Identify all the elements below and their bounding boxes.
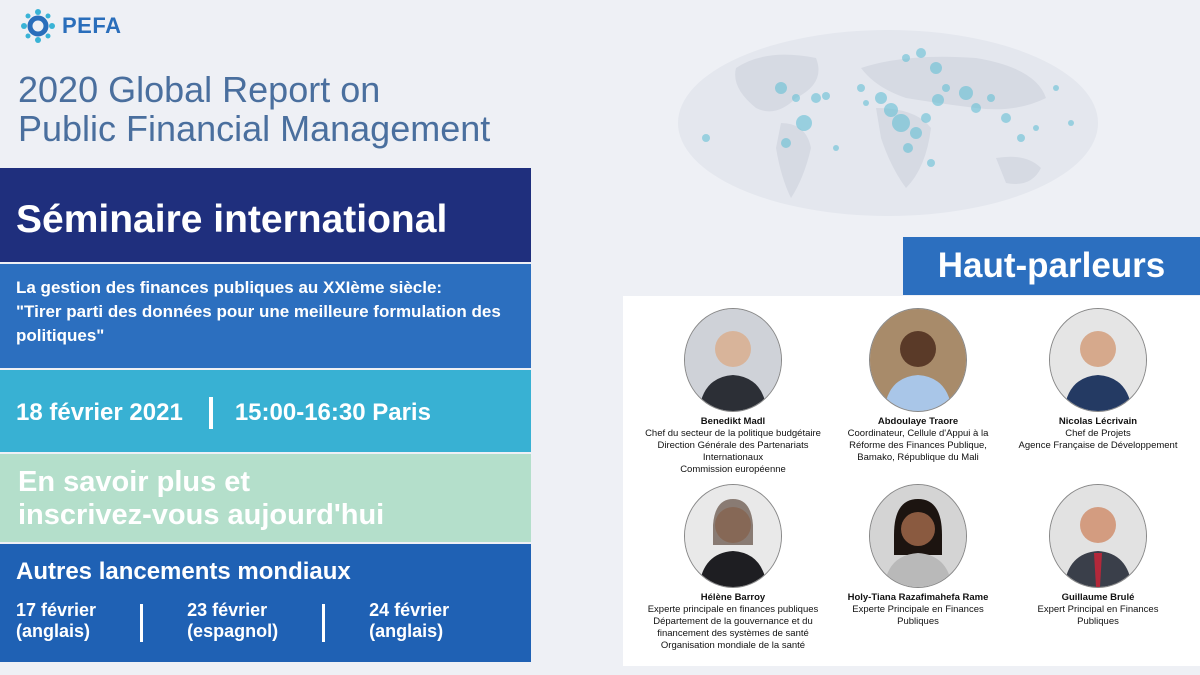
speaker-role: Agence Française de Développement — [1018, 440, 1178, 451]
other-launches-banner: Autres lancements mondiaux 17 février (a… — [0, 544, 531, 662]
speaker-role: Expert Principal en Finances — [1037, 604, 1159, 615]
seminar-title: Séminaire international — [16, 198, 448, 241]
speaker-card: Abdoulaye Traore Coordinateur, Cellule d… — [818, 308, 1018, 464]
date-time-row: 18 février 2021 15:00-16:30 Paris — [16, 397, 431, 429]
speaker-card: Hélène Barroy Experte principale en fina… — [633, 484, 833, 652]
event-time: 15:00-16:30 Paris — [234, 399, 431, 426]
speaker-role: Publiques — [897, 616, 939, 627]
register-line1: En savoir plus et — [18, 466, 251, 498]
speaker-role: Publiques — [1077, 616, 1119, 627]
brand-name: PEFA — [62, 13, 122, 38]
launch-language: (anglais) — [369, 621, 444, 641]
launch-separator — [140, 604, 144, 642]
register-line2: inscrivez-vous aujourd'hui — [18, 499, 385, 531]
launch-date: 17 février — [16, 600, 97, 620]
speaker-card: Holy-Tiana Razafimahefa Rame Experte Pri… — [818, 484, 1018, 628]
speaker-role: Commission européenne — [680, 464, 786, 475]
speaker-photo — [684, 308, 782, 412]
speaker-card: Guillaume Brulé Expert Principal en Fina… — [998, 484, 1198, 628]
speaker-name: Nicolas Lécrivain — [1058, 416, 1138, 427]
speaker-role: Coordinateur, Cellule d'Appui à la — [847, 428, 989, 439]
launch-language: (espagnol) — [187, 621, 279, 641]
launch-item: 24 février (anglais) — [369, 600, 449, 642]
launch-date: 24 février — [369, 600, 450, 620]
launch-language: (anglais) — [16, 621, 91, 641]
speaker-card: Benedikt Madl Chef du secteur de la poli… — [633, 308, 833, 476]
speaker-role: Réforme des Finances Publique, — [849, 440, 987, 451]
register-link[interactable]: En savoir plus et inscrivez-vous aujourd… — [18, 466, 384, 532]
pefa-logo[interactable]: PEFA — [20, 8, 121, 44]
seminar-banner: Séminaire international — [0, 168, 531, 262]
date-separator — [208, 397, 213, 429]
launch-separator — [322, 604, 326, 642]
speaker-role: financement des systèmes de santé — [657, 628, 809, 639]
topic-line2: "Tirer parti des données pour une meille… — [16, 302, 501, 345]
topic-banner: La gestion des finances publiques au XXI… — [0, 264, 531, 368]
report-title-line2: Public Financial Management — [18, 108, 491, 149]
speaker-role: Experte principale en finances publiques — [647, 604, 819, 615]
speaker-role: Chef de Projets — [1065, 428, 1131, 439]
topic-text: La gestion des finances publiques au XXI… — [16, 276, 526, 348]
speaker-role: Département de la gouvernance et du — [653, 616, 813, 627]
speaker-role: Bamako, République du Mali — [857, 452, 979, 463]
speaker-role: Internationaux — [702, 452, 764, 463]
speaker-name: Holy-Tiana Razafimahefa Rame — [847, 592, 989, 603]
launch-item: 23 février (espagnol) — [187, 600, 278, 642]
launch-date: 23 février — [187, 600, 268, 620]
speaker-photo — [1049, 308, 1147, 412]
speaker-role: Direction Générale des Partenariats — [657, 440, 809, 451]
speakers-panel: Benedikt Madl Chef du secteur de la poli… — [623, 296, 1200, 666]
date-banner: 18 février 2021 15:00-16:30 Paris — [0, 370, 531, 452]
other-launches-title: Autres lancements mondiaux — [16, 558, 351, 585]
speaker-photo — [684, 484, 782, 588]
launch-item: 17 février (anglais) — [16, 600, 96, 642]
report-title: 2020 Global Report on Public Financial M… — [18, 70, 490, 148]
speaker-card: Nicolas Lécrivain Chef de Projets Agence… — [998, 308, 1198, 452]
speaker-name: Abdoulaye Traore — [877, 416, 959, 427]
speaker-name: Hélène Barroy — [700, 592, 766, 603]
speaker-photo — [869, 484, 967, 588]
speakers-heading: Haut-parleurs — [903, 237, 1200, 295]
speaker-role: Experte Principale en Finances — [852, 604, 984, 615]
pefa-logo-icon — [21, 9, 55, 43]
speaker-photo — [1049, 484, 1147, 588]
report-title-line1: 2020 Global Report on — [18, 69, 381, 110]
launch-list: 17 février (anglais) 23 février (espagno… — [16, 600, 449, 642]
register-banner[interactable]: En savoir plus et inscrivez-vous aujourd… — [0, 454, 531, 542]
speaker-role: Organisation mondiale de la santé — [660, 640, 806, 651]
event-date: 18 février 2021 — [16, 399, 183, 426]
speaker-name: Guillaume Brulé — [1061, 592, 1135, 603]
speaker-photo — [869, 308, 967, 412]
world-map-image — [678, 30, 1098, 216]
speaker-name: Benedikt Madl — [700, 416, 766, 427]
topic-line1: La gestion des finances publiques au XXI… — [16, 278, 443, 297]
speaker-role: Chef du secteur de la politique budgétai… — [645, 428, 821, 439]
